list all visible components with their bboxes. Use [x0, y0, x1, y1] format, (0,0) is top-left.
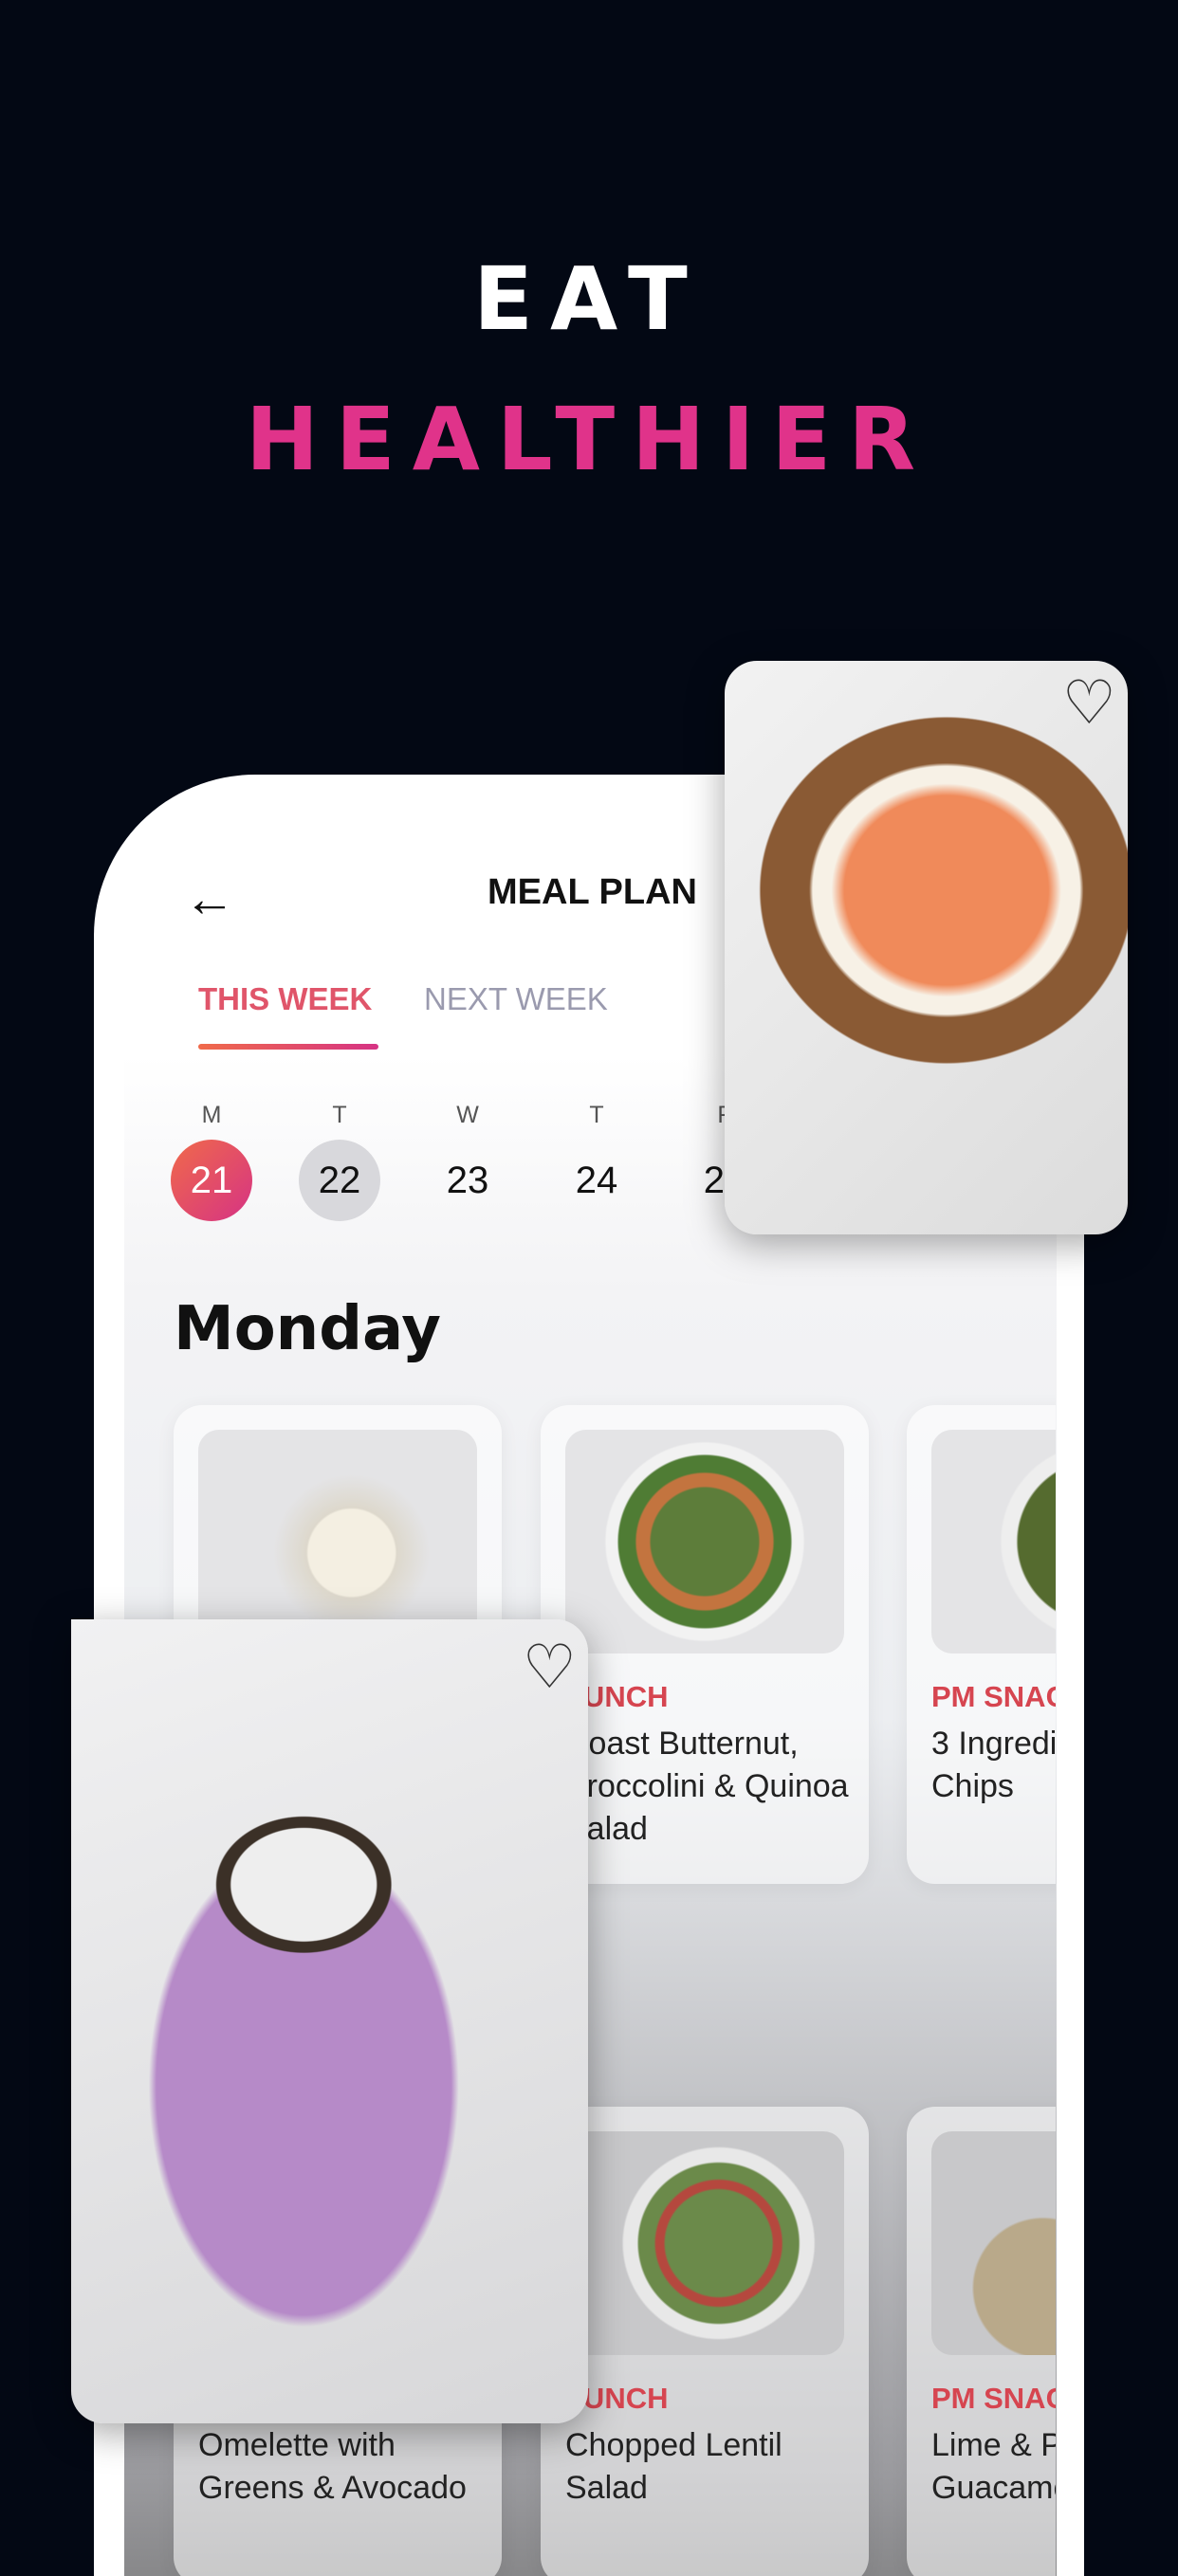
meal-title: Chopped Lentil Salad	[565, 2427, 782, 2506]
heart-icon[interactable]: ♡	[1062, 672, 1116, 733]
meal-image	[565, 1430, 844, 1653]
meal-image	[931, 1430, 1056, 1653]
meal-title: 3 Ingredient Kale Chips	[931, 1726, 1056, 1804]
meal-title: Omelette with Greens & Avocado	[198, 2427, 467, 2506]
meal-card[interactable]: LUNCH Roast Butternut, Broccolini & Quin…	[541, 1405, 869, 1884]
meal-image	[931, 2131, 1056, 2355]
meal-card[interactable]: LUNCH Chopped Lentil Salad	[541, 2107, 869, 2576]
meal-label: PM SNACK	[931, 2382, 1056, 2415]
meal-title: Roast Butternut, Broccolini & Quinoa Sal…	[565, 1726, 849, 1847]
meal-title: Lime & Pepita Guacamole	[931, 2427, 1056, 2506]
meal-image	[565, 2131, 844, 2355]
meal-label: PM SNACK	[931, 1680, 1056, 1713]
featured-toast-image[interactable]: ♡	[725, 661, 1128, 1234]
headline-healthier: HEALTHIER	[245, 389, 933, 490]
meal-card[interactable]: PM SNACK 3 Ingredient Kale Chips	[907, 1405, 1056, 1884]
featured-smoothie-image[interactable]: ♡	[71, 1619, 588, 2423]
heart-icon[interactable]: ♡	[523, 1636, 577, 1697]
headline-eat: EAT	[473, 248, 705, 350]
meal-card[interactable]: PM SNACK Lime & Pepita Guacamole	[907, 2107, 1056, 2576]
